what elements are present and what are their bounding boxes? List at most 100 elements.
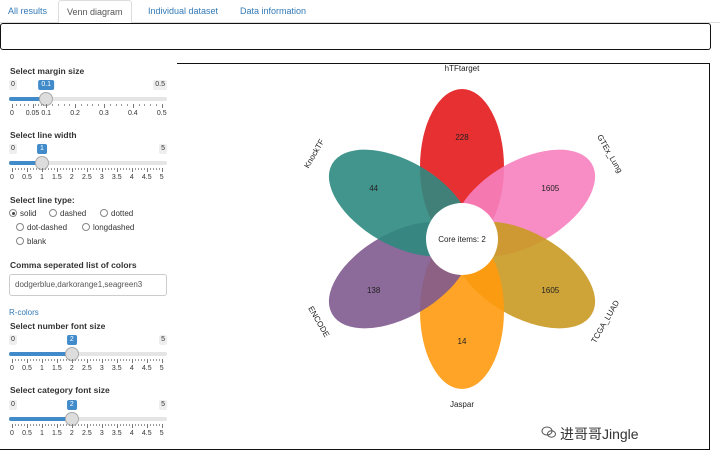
colors-input[interactable]: dodgerblue,darkorange1,seagreen3	[9, 274, 167, 296]
slider-tick-label: 0.2	[70, 110, 80, 117]
slider-min-label: 0	[9, 400, 17, 410]
slider-minor-tick	[119, 424, 121, 426]
slider-tick-label: 4	[129, 174, 134, 181]
slider-minor-tick	[29, 359, 31, 361]
slider-fill	[9, 352, 72, 356]
slider-tick	[12, 104, 13, 108]
slider-minor-tick	[80, 168, 82, 170]
slider-value-label: 1	[36, 144, 47, 154]
slider-tick-label: 2.5	[81, 365, 92, 372]
slider-max-label: 5	[159, 335, 167, 345]
number-font-size-label: Select number font size	[10, 321, 106, 331]
slider-minor-tick	[65, 168, 67, 170]
slider-minor-tick	[62, 424, 64, 426]
slider-minor-tick	[98, 104, 100, 106]
slider-tick-label: 1	[39, 430, 44, 437]
slider-minor-tick	[28, 104, 30, 106]
slider-minor-tick	[125, 424, 127, 426]
slider-tick	[146, 168, 148, 172]
slider-tick	[116, 168, 118, 172]
category-font-size-slider[interactable]: 0 5 2 0 0.5 1 1.5 2 2.5 3 3.5 4 4.5 5	[9, 400, 167, 446]
radio-solid[interactable]: solid	[9, 209, 36, 218]
slider-minor-tick	[77, 359, 79, 361]
slider-tick	[71, 359, 73, 363]
slider-tick	[75, 104, 77, 108]
slider-tick	[131, 424, 133, 428]
radio-longdashed[interactable]: longdashed	[82, 223, 134, 232]
slider-ticks: 0 0.5 1 1.5 2 2.5 3 3.5 4 4.5 5	[9, 168, 167, 188]
slider-tick	[32, 104, 34, 108]
slider-minor-tick	[158, 359, 160, 361]
slider-minor-tick	[65, 424, 67, 426]
margin-size-label: Select margin size	[10, 66, 85, 76]
slider-tick-label: 0	[10, 174, 14, 181]
slider-tick	[12, 359, 13, 363]
slider-tick-label: 5	[159, 430, 164, 437]
slider-tick-label: 2	[69, 365, 74, 372]
radio-dot-dashed[interactable]: dot-dashed	[16, 223, 67, 232]
slider-minor-tick	[62, 168, 64, 170]
slider-tick-label: 3.5	[111, 174, 122, 181]
slider-minor-tick	[20, 359, 22, 361]
tab-individual-dataset[interactable]: Individual dataset	[140, 0, 226, 23]
slider-minor-tick	[134, 359, 136, 361]
slider-minor-tick	[20, 424, 22, 426]
slider-minor-tick	[143, 359, 145, 361]
slider-minor-tick	[20, 104, 22, 106]
slider-minor-tick	[35, 424, 37, 426]
line-width-slider[interactable]: 0 5 1 0 0.5 1 1.5 2 2.5 3 3.5 4 4.5 5	[9, 144, 167, 190]
slider-minor-tick	[23, 168, 25, 170]
slider-tick	[146, 359, 148, 363]
slider-minor-tick	[83, 424, 85, 426]
slider-tick-label: 4.5	[141, 174, 152, 181]
tab-all-results[interactable]: All results	[0, 0, 55, 23]
radio-dotted[interactable]: dotted	[100, 209, 133, 218]
slider-minor-tick	[150, 104, 152, 106]
radio-dashed[interactable]: dashed	[49, 209, 86, 218]
slider-tick-label: 3.5	[111, 430, 122, 437]
r-colors-link[interactable]: R-colors	[9, 308, 39, 317]
slider-minor-tick	[40, 104, 42, 106]
slider-minor-tick	[110, 424, 112, 426]
slider-minor-tick	[17, 424, 19, 426]
slider-tick	[71, 168, 73, 172]
slider-minor-tick	[104, 359, 106, 361]
radio-blank[interactable]: blank	[16, 237, 46, 246]
slider-tick	[26, 424, 28, 428]
tab-data-information[interactable]: Data information	[232, 0, 314, 23]
slider-minor-tick	[86, 104, 88, 106]
slider-minor-tick	[59, 168, 61, 170]
slider-minor-tick	[35, 359, 37, 361]
margin-size-slider[interactable]: 0 0.5 0.1 0 0.05 0.1 0.2 0.3 0.4 0.5	[9, 80, 167, 126]
slider-tick-label: 1.5	[52, 430, 62, 437]
number-font-size-slider[interactable]: 0 5 2 0 0.5 1 1.5 2 2.5 3 3.5 4 4.5 5	[9, 335, 167, 381]
slider-tick-label: 1.5	[52, 174, 62, 181]
slider-minor-tick	[32, 424, 34, 426]
slider-tick-label: 2.5	[81, 430, 92, 437]
slider-ticks: 0 0.05 0.1 0.2 0.3 0.4 0.5	[9, 104, 167, 124]
slider-minor-tick	[80, 424, 82, 426]
slider-tick-label: 3	[99, 430, 104, 437]
slider-tick-label: 1	[39, 365, 44, 372]
slider-minor-tick	[23, 359, 25, 361]
slider-minor-tick	[128, 359, 130, 361]
slider-minor-tick	[50, 424, 52, 426]
slider-minor-tick	[35, 104, 37, 106]
slider-minor-tick	[38, 424, 40, 426]
slider-minor-tick	[47, 168, 49, 170]
slider-minor-tick	[16, 104, 18, 106]
slider-minor-tick	[98, 168, 100, 170]
slider-minor-tick	[143, 168, 145, 170]
slider-tick-label: 0	[10, 430, 14, 437]
slider-tick-label: 4	[129, 430, 134, 437]
slider-minor-tick	[152, 424, 154, 426]
slider-tick-label: 2.5	[81, 174, 92, 181]
radio-indicator	[9, 209, 17, 217]
slider-minor-tick	[122, 424, 124, 426]
slider-minor-tick	[32, 168, 34, 170]
slider-fill	[9, 417, 72, 421]
slider-minor-tick	[53, 168, 55, 170]
tab-venn-diagram[interactable]: Venn diagram	[58, 0, 132, 24]
slider-minor-tick	[113, 168, 115, 170]
colors-input-label: Comma seperated list of colors	[10, 260, 137, 270]
